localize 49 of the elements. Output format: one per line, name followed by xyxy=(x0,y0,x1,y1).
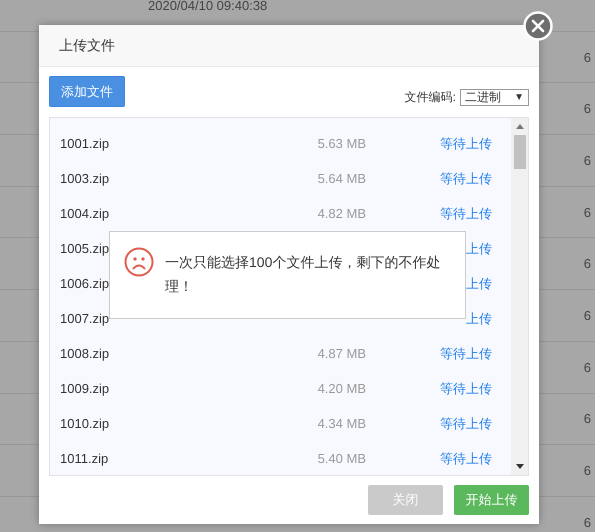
sad-face-icon xyxy=(124,247,154,277)
file-name: 1004.zip xyxy=(60,206,110,221)
dialog-button[interactable]: 开始上传 xyxy=(454,485,529,515)
encoding-label: 文件编码: xyxy=(404,89,456,106)
file-name: 1011.zip xyxy=(60,451,108,466)
scrollbar[interactable] xyxy=(511,118,528,475)
table-cell: 6 xyxy=(584,50,591,65)
table-cell: 6 xyxy=(584,101,591,116)
upload-status: 等待上传 xyxy=(440,136,492,150)
upload-status: 等待上传 xyxy=(440,450,492,466)
toast-text: 一次只能选择100个文件上传，剩下的不作处理！ xyxy=(165,253,442,296)
file-size: 4.34 MB xyxy=(318,416,366,431)
upload-status: 上传 xyxy=(466,310,492,326)
file-name: 1009.zip xyxy=(60,381,110,396)
file-size: 5.40 MB xyxy=(318,451,366,466)
scroll-up-icon[interactable] xyxy=(516,124,524,129)
file-name: 1007.zip xyxy=(60,311,110,326)
file-size: 5.63 MB xyxy=(318,136,366,151)
table-cell: 6 xyxy=(584,463,591,478)
table-cell: 6 xyxy=(584,411,591,426)
scroll-thumb[interactable] xyxy=(514,135,526,169)
upload-status: 等待上传 xyxy=(440,170,492,186)
file-name: 1006.zip xyxy=(60,276,110,291)
file-name: 1003.zip xyxy=(60,171,110,186)
file-name: 1008.zip xyxy=(60,346,110,361)
file-name: 1010.zip xyxy=(60,416,110,431)
file-size: 5.64 MB xyxy=(318,171,366,186)
upload-status: 上传 xyxy=(466,276,492,290)
add-file-button[interactable]: 添加文件 xyxy=(49,76,125,107)
table-cell: 6 xyxy=(584,308,591,323)
file-size: 4.87 MB xyxy=(318,346,366,361)
upload-status: 上传 xyxy=(466,240,492,256)
table-cell: 6 xyxy=(584,204,591,220)
file-name: 1001.zip xyxy=(60,136,110,151)
table-cell: 6 xyxy=(584,152,591,168)
table-cell: 6 xyxy=(584,256,591,272)
table-cell: 6 xyxy=(584,514,591,530)
file-name: 1005.zip xyxy=(60,241,110,256)
table-cell: 2020/04/10 09:40:38 xyxy=(148,0,268,13)
scroll-down-icon[interactable] xyxy=(516,464,524,469)
file-size: 4.82 MB xyxy=(318,206,366,221)
file-size: 4.20 MB xyxy=(318,381,366,396)
upload-status: 等待上传 xyxy=(440,346,492,360)
dialog-title: 上传文件 xyxy=(59,36,115,54)
upload-status: 等待上传 xyxy=(440,380,492,396)
upload-status: 等待上传 xyxy=(440,416,492,430)
upload-status: 等待上传 xyxy=(440,206,492,220)
encoding-select[interactable]: 二进制 ▼ xyxy=(460,89,529,106)
table-cell: 6 xyxy=(584,360,591,375)
